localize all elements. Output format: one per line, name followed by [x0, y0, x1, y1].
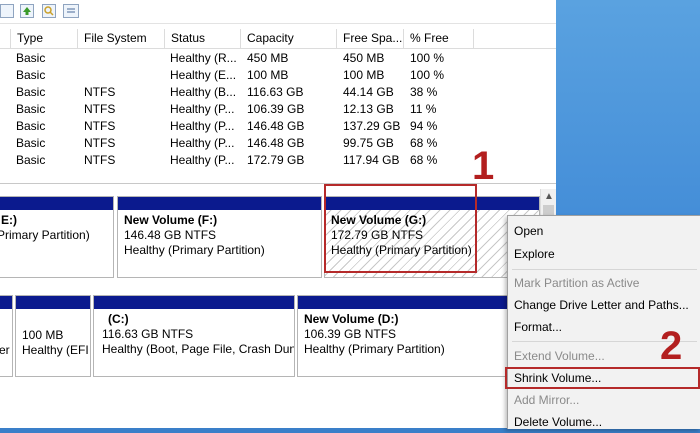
cell-status: Healthy (P...: [170, 153, 235, 167]
cell-free: 44.14 GB: [343, 85, 394, 99]
partition-e[interactable]: E:) Primary Partition): [0, 196, 114, 278]
cell-type: Basic: [16, 85, 46, 99]
cell-capacity: 146.48 GB: [247, 119, 305, 133]
annotation-step-2: 2: [660, 324, 683, 368]
cell-pct: 11 %: [410, 102, 437, 116]
cell-pct: 100 %: [410, 68, 445, 82]
context-menu: Open Explore Mark Partition as Active Ch…: [507, 215, 700, 429]
partition-size: 116.63 GB NTFS: [102, 327, 194, 341]
cell-status: Healthy (P...: [170, 102, 235, 116]
menu-item-delete-volume[interactable]: Delete Volume...: [508, 411, 700, 433]
menu-item-open[interactable]: Open: [508, 220, 700, 242]
cell-fs: NTFS: [84, 85, 116, 99]
partition-status: Healthy (Primary Partition): [124, 243, 265, 257]
column-header: Type File System Status Capacity Free Sp…: [0, 29, 556, 49]
cell-pct: 68 %: [410, 136, 438, 150]
cell-free: 12.13 GB: [343, 102, 394, 116]
cell-status: Healthy (E...: [170, 68, 237, 82]
annotation-highlight-partition: [324, 184, 477, 273]
properties-icon[interactable]: [63, 4, 79, 18]
cell-type: Basic: [16, 68, 46, 82]
column-percent-free[interactable]: % Free: [404, 29, 474, 48]
column-layout-edge[interactable]: [0, 29, 11, 48]
menu-item-add-mirror[interactable]: Add Mirror...: [508, 389, 700, 411]
search-icon[interactable]: [42, 4, 56, 18]
cell-status: Healthy (R...: [170, 51, 237, 65]
column-free-space[interactable]: Free Spa...: [337, 29, 404, 48]
partition-bar: [298, 296, 539, 309]
cell-fs: NTFS: [84, 102, 116, 116]
disk-icon[interactable]: [0, 4, 14, 18]
partition-status: Healthy (EFI: [22, 343, 89, 357]
menu-item-mark-active[interactable]: Mark Partition as Active: [508, 272, 700, 294]
cell-capacity: 100 MB: [247, 68, 289, 82]
cell-free: 99.75 GB: [343, 136, 394, 150]
partition-d[interactable]: New Volume (D:) 106.39 GB NTFS Healthy (…: [297, 295, 540, 377]
menu-item-change-drive-letter[interactable]: Change Drive Letter and Paths...: [508, 294, 700, 316]
partition-status: er: [0, 343, 10, 357]
table-row[interactable]: Basic Healthy (E... 100 MB 100 MB 100 %: [0, 67, 556, 84]
cell-free: 137.29 GB: [343, 119, 401, 133]
disk-0-row: er 100 MB Healthy (EFI (C:) 116.63 GB NT…: [0, 295, 540, 377]
partition-bar: [94, 296, 294, 309]
cell-capacity: 146.48 GB: [247, 136, 305, 150]
partition-size: 100 MB: [22, 328, 64, 342]
partition-status: Healthy (Boot, Page File, Crash Dun: [102, 342, 294, 356]
partition-efi[interactable]: 100 MB Healthy (EFI: [15, 295, 91, 377]
cell-pct: 68 %: [410, 153, 438, 167]
cell-status: Healthy (B...: [170, 85, 237, 99]
cell-capacity: 116.63 GB: [247, 85, 304, 99]
partition-f[interactable]: New Volume (F:) 146.48 GB NTFS Healthy (…: [117, 196, 322, 278]
partition-status: Healthy (Primary Partition): [304, 342, 445, 356]
cell-fs: NTFS: [84, 153, 116, 167]
column-capacity[interactable]: Capacity: [241, 29, 337, 48]
column-status[interactable]: Status: [165, 29, 241, 48]
partition-size: 146.48 GB NTFS: [124, 228, 217, 242]
table-row[interactable]: Basic NTFS Healthy (P... 106.39 GB 12.13…: [0, 101, 556, 118]
table-row[interactable]: Basic NTFS Healthy (B... 116.63 GB 44.14…: [0, 84, 556, 101]
cell-free: 117.94 GB: [343, 153, 400, 167]
cell-pct: 38 %: [410, 85, 438, 99]
cell-status: Healthy (P...: [170, 136, 235, 150]
cell-type: Basic: [16, 102, 46, 116]
cell-pct: 94 %: [410, 119, 438, 133]
cell-capacity: 172.79 GB: [247, 153, 305, 167]
cell-fs: NTFS: [84, 136, 116, 150]
annotation-step-1: 1: [472, 144, 495, 188]
column-file-system[interactable]: File System: [78, 29, 165, 48]
cell-capacity: 450 MB: [247, 51, 289, 65]
up-arrow-icon[interactable]: [20, 4, 34, 18]
partition-bar: [118, 197, 321, 210]
cell-free: 100 MB: [343, 68, 385, 82]
cell-type: Basic: [16, 51, 46, 65]
partition-title: New Volume (F:): [124, 213, 218, 227]
cell-pct: 100 %: [410, 51, 445, 65]
menu-separator: [512, 269, 697, 270]
toolbar: [0, 0, 556, 24]
partition-bar: [0, 296, 12, 309]
cell-type: Basic: [16, 153, 46, 167]
scroll-up-icon[interactable]: ▲: [544, 191, 554, 202]
cell-status: Healthy (P...: [170, 119, 235, 133]
partition-c[interactable]: (C:) 116.63 GB NTFS Healthy (Boot, Page …: [93, 295, 295, 377]
partition-title: E:): [1, 213, 17, 227]
partition-title: New Volume (D:): [304, 312, 399, 326]
cell-fs: NTFS: [84, 119, 116, 133]
partition-status: Primary Partition): [0, 228, 90, 242]
menu-item-explore[interactable]: Explore: [508, 243, 700, 265]
partition-title: (C:): [108, 312, 129, 326]
cell-free: 450 MB: [343, 51, 385, 65]
cell-type: Basic: [16, 136, 46, 150]
partition-recovery[interactable]: er: [0, 295, 13, 377]
annotation-highlight-shrink: [505, 367, 700, 389]
partition-bar: [0, 197, 113, 210]
partition-size: 106.39 GB NTFS: [304, 327, 397, 341]
table-row[interactable]: Basic Healthy (R... 450 MB 450 MB 100 %: [0, 50, 556, 67]
cell-type: Basic: [16, 119, 46, 133]
partition-bar: [16, 296, 90, 309]
column-type[interactable]: Type: [11, 29, 78, 48]
cell-capacity: 106.39 GB: [247, 102, 305, 116]
table-row[interactable]: Basic NTFS Healthy (P... 146.48 GB 137.2…: [0, 118, 556, 135]
